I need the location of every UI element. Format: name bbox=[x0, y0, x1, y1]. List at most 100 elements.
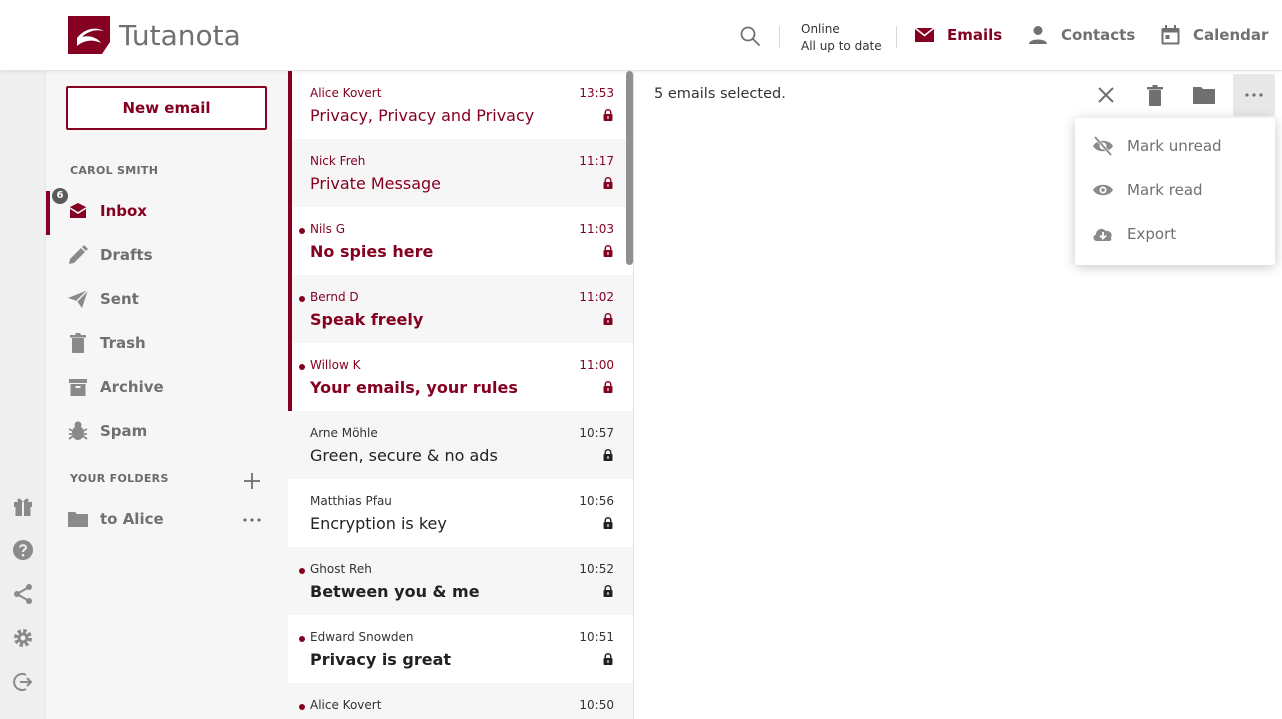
app-header: Tutanota Online All up to date Emails Co… bbox=[0, 0, 1282, 71]
mail-time: 11:02 bbox=[579, 290, 614, 304]
mail-list-row[interactable]: Willow K 11:00 Your emails, your rules bbox=[288, 343, 633, 411]
move-button[interactable] bbox=[1189, 80, 1219, 110]
mail-time: 10:52 bbox=[579, 562, 614, 576]
trash-icon bbox=[70, 333, 86, 353]
folder-trash[interactable]: Trash bbox=[46, 323, 288, 363]
folder-label: Trash bbox=[100, 334, 146, 352]
mail-subject: Your emails, your rules bbox=[310, 378, 518, 397]
mail-time: 10:51 bbox=[579, 630, 614, 644]
new-email-button[interactable]: New email bbox=[66, 86, 267, 130]
add-folder-plus-icon[interactable] bbox=[240, 469, 264, 493]
mail-sender: Arne Möhle bbox=[310, 426, 378, 440]
mail-subject: Between you & me bbox=[310, 582, 480, 601]
menu-item-label: Mark read bbox=[1127, 181, 1203, 199]
eye-icon bbox=[1093, 184, 1113, 196]
mail-time: 10:56 bbox=[579, 494, 614, 508]
search-icon[interactable] bbox=[738, 24, 762, 48]
lock-icon bbox=[603, 245, 613, 257]
mail-time: 10:50 bbox=[579, 698, 614, 712]
mail-list-row[interactable]: Edward Snowden 10:51 Privacy is great bbox=[288, 615, 633, 683]
folder-sent[interactable]: Sent bbox=[46, 279, 288, 319]
lock-icon bbox=[603, 585, 613, 597]
unread-dot bbox=[299, 296, 305, 302]
menu-item-mark-read[interactable]: Mark read bbox=[1075, 168, 1275, 212]
mail-time: 11:00 bbox=[579, 358, 614, 372]
mail-subject: Encryption is key bbox=[310, 514, 447, 533]
deselect-close-button[interactable] bbox=[1091, 80, 1121, 110]
menu-item-export[interactable]: Export bbox=[1075, 212, 1275, 256]
selection-indicator bbox=[288, 139, 292, 207]
folder-archive[interactable]: Archive bbox=[46, 367, 288, 407]
selection-indicator bbox=[288, 207, 292, 275]
mail-list-row[interactable]: Alice Kovert 10:50 bbox=[288, 683, 633, 719]
mail-subject: No spies here bbox=[310, 242, 434, 261]
account-label: CAROL SMITH bbox=[70, 164, 159, 177]
mail-list-row[interactable]: Ghost Reh 10:52 Between you & me bbox=[288, 547, 633, 615]
mail-sender: Bernd D bbox=[310, 290, 359, 304]
help-icon[interactable] bbox=[11, 538, 35, 562]
tutanota-logo[interactable]: Tutanota bbox=[68, 16, 241, 54]
mail-list-row[interactable]: Arne Möhle 10:57 Green, secure & no ads bbox=[288, 411, 633, 479]
envelope-icon bbox=[915, 28, 934, 42]
mail-time: 13:53 bbox=[579, 86, 614, 100]
trash-icon bbox=[1147, 85, 1163, 106]
mail-list-row[interactable]: Bernd D 11:02 Speak freely bbox=[288, 275, 633, 343]
pencil-icon bbox=[69, 245, 88, 264]
unread-count-badge: 6 bbox=[52, 188, 68, 204]
header-divider bbox=[896, 26, 897, 48]
mail-list-row[interactable]: Nils G 11:03 No spies here bbox=[288, 207, 633, 275]
folder-drafts[interactable]: Drafts bbox=[46, 235, 288, 275]
bug-icon bbox=[68, 421, 88, 440]
mail-subject: Privacy is great bbox=[310, 650, 452, 669]
delete-button[interactable] bbox=[1140, 80, 1170, 110]
unread-dot bbox=[299, 228, 305, 234]
status-online: Online bbox=[801, 22, 840, 36]
person-icon bbox=[1029, 26, 1047, 44]
more-actions-button[interactable] bbox=[1233, 74, 1275, 116]
selection-indicator bbox=[288, 343, 292, 411]
sync-status: Online All up to date bbox=[801, 21, 882, 55]
mail-list-row[interactable]: Nick Freh 11:17 Private Message bbox=[288, 139, 633, 207]
mail-sender: Nils G bbox=[310, 222, 346, 236]
nav-calendar[interactable]: Calendar bbox=[1161, 22, 1268, 48]
mail-list-scrollbar[interactable] bbox=[626, 71, 633, 265]
unread-dot bbox=[299, 568, 305, 574]
settings-gear-icon[interactable] bbox=[11, 626, 35, 650]
unread-dot bbox=[299, 704, 305, 710]
lock-icon bbox=[603, 517, 613, 529]
inbox-icon bbox=[69, 203, 87, 218]
folder-spam[interactable]: Spam bbox=[46, 411, 288, 451]
nav-emails[interactable]: Emails bbox=[915, 22, 1002, 48]
lock-icon bbox=[603, 381, 613, 393]
logo-text: Tutanota bbox=[119, 18, 241, 52]
gift-icon[interactable] bbox=[11, 494, 35, 518]
menu-item-mark-unread[interactable]: Mark unread bbox=[1075, 124, 1275, 168]
folder-icon bbox=[1193, 87, 1215, 104]
folder-label: Sent bbox=[100, 290, 139, 308]
mail-time: 10:57 bbox=[579, 426, 614, 440]
folder-label: to Alice bbox=[100, 510, 164, 528]
nav-contacts[interactable]: Contacts bbox=[1028, 22, 1135, 48]
lock-icon bbox=[603, 449, 613, 461]
selection-indicator bbox=[288, 71, 292, 139]
nav-calendar-label: Calendar bbox=[1193, 26, 1269, 44]
mail-subject: Private Message bbox=[310, 174, 441, 193]
share-icon[interactable] bbox=[11, 582, 35, 606]
mail-time: 11:03 bbox=[579, 222, 614, 236]
your-folders-label: YOUR FOLDERS bbox=[70, 472, 169, 485]
folder-label: Drafts bbox=[100, 246, 153, 264]
folder-icon bbox=[68, 512, 88, 527]
mail-sender: Willow K bbox=[310, 358, 361, 372]
mail-sender: Alice Kovert bbox=[310, 698, 382, 712]
mail-list-row[interactable]: Matthias Pfau 10:56 Encryption is key bbox=[288, 479, 633, 547]
mail-list-row[interactable]: Alice Kovert 13:53 Privacy, Privacy and Pr… bbox=[288, 71, 633, 139]
mail-sender: Matthias Pfau bbox=[310, 494, 392, 508]
folder-inbox[interactable]: 6 Inbox bbox=[46, 188, 288, 235]
mail-sender: Alice Kovert bbox=[310, 86, 382, 100]
logout-icon[interactable] bbox=[11, 670, 35, 694]
mail-sender: Edward Snowden bbox=[310, 630, 414, 644]
eye-off-icon bbox=[1093, 136, 1113, 156]
folder-more-dots-icon[interactable] bbox=[240, 508, 264, 532]
calendar-icon bbox=[1161, 25, 1180, 45]
mail-list: Alice Kovert 13:53 Privacy, Privacy and Pr… bbox=[288, 71, 634, 719]
